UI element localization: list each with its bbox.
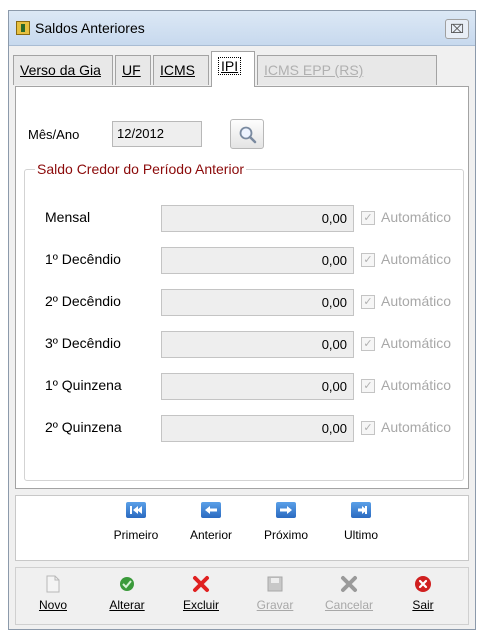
quinzena-1-label: 1º Quinzena: [45, 377, 122, 393]
ipi-tab-panel: Mês/Ano 12/2012 Saldo Credor do Período …: [15, 86, 469, 489]
tab-icms[interactable]: ICMS: [153, 55, 209, 85]
mensal-input[interactable]: 0,00: [161, 205, 354, 232]
gravar-button[interactable]: Gravar: [246, 574, 304, 622]
primeiro-button[interactable]: Primeiro: [106, 502, 166, 556]
tab-icms-epp-rs[interactable]: ICMS EPP (RS): [257, 55, 437, 85]
mensal-automatico-label: Automático: [381, 209, 452, 225]
anterior-label: Anterior: [189, 528, 233, 542]
decendio-2-label: 2º Decêndio: [45, 293, 121, 309]
edit-icon: [117, 574, 137, 594]
app-icon: [16, 21, 30, 35]
proximo-label: Próximo: [263, 528, 308, 542]
action-toolbar: Novo Alterar Excluir Gravar Cancelar Sai…: [15, 567, 469, 625]
cancelar-button[interactable]: Cancelar: [320, 574, 378, 622]
decendio-2-automatico-label: Automático: [381, 293, 452, 309]
quinzena-2-input[interactable]: 0,00: [161, 415, 354, 442]
first-record-icon: [126, 502, 146, 518]
excluir-button[interactable]: Excluir: [172, 574, 230, 622]
next-record-icon: [276, 502, 296, 518]
proximo-button[interactable]: Próximo: [256, 502, 316, 556]
cancelar-label: Cancelar: [324, 598, 374, 612]
quinzena-2-label: 2º Quinzena: [45, 419, 122, 435]
novo-label: Novo: [38, 598, 67, 612]
decendio-3-automatico-checkbox[interactable]: ✓: [361, 337, 375, 351]
tab-uf[interactable]: UF: [115, 55, 151, 85]
quinzena-2-automatico-checkbox[interactable]: ✓: [361, 421, 375, 435]
decendio-1-input[interactable]: 0,00: [161, 247, 354, 274]
quinzena-1-automatico-label: Automático: [381, 377, 452, 393]
close-button[interactable]: ⌧: [445, 19, 469, 39]
gravar-label: Gravar: [256, 598, 294, 612]
delete-icon: [191, 574, 211, 594]
mensal-automatico-checkbox[interactable]: ✓: [361, 211, 375, 225]
decendio-3-automatico-label: Automático: [381, 335, 452, 351]
search-button[interactable]: [230, 119, 264, 149]
window-title: Saldos Anteriores: [35, 20, 145, 36]
excluir-label: Excluir: [182, 598, 219, 612]
last-record-icon: [351, 502, 371, 518]
title-bar: Saldos Anteriores ⌧: [9, 11, 475, 46]
quinzena-2-automatico-label: Automático: [381, 419, 452, 435]
mensal-label: Mensal: [45, 209, 91, 225]
search-icon: [239, 126, 257, 144]
previous-record-icon: [201, 502, 221, 518]
exit-icon: [413, 574, 433, 594]
tab-verso-da-gia[interactable]: Verso da Gia: [13, 55, 113, 85]
quinzena-1-input[interactable]: 0,00: [161, 373, 354, 400]
ultimo-label: Ultimo: [343, 528, 378, 542]
sair-label: Sair: [412, 598, 434, 612]
tab-ipi-label: IPI: [218, 57, 242, 75]
alterar-label: Alterar: [109, 598, 145, 612]
tab-ipi[interactable]: IPI: [211, 51, 255, 87]
ultimo-button[interactable]: Ultimo: [331, 502, 391, 556]
decendio-3-input[interactable]: 0,00: [161, 331, 354, 358]
group-title: Saldo Credor do Período Anterior: [37, 161, 245, 177]
cancel-icon: [339, 574, 359, 594]
sair-button[interactable]: Sair: [394, 574, 452, 622]
new-icon: [43, 574, 63, 594]
decendio-2-automatico-checkbox[interactable]: ✓: [361, 295, 375, 309]
mes-ano-input[interactable]: 12/2012: [112, 121, 202, 147]
saldo-credor-group: Saldo Credor do Período Anterior Mensal …: [24, 161, 464, 481]
primeiro-label: Primeiro: [113, 528, 159, 542]
anterior-button[interactable]: Anterior: [181, 502, 241, 556]
decendio-2-input[interactable]: 0,00: [161, 289, 354, 316]
save-icon: [265, 574, 285, 594]
decendio-1-label: 1º Decêndio: [45, 251, 121, 267]
mes-ano-label: Mês/Ano: [28, 127, 80, 142]
alterar-button[interactable]: Alterar: [98, 574, 156, 622]
decendio-3-label: 3º Decêndio: [45, 335, 121, 351]
quinzena-1-automatico-checkbox[interactable]: ✓: [361, 379, 375, 393]
record-navigation-bar: Primeiro Anterior Próximo Ultimo: [15, 495, 469, 561]
decendio-1-automatico-label: Automático: [381, 251, 452, 267]
decendio-1-automatico-checkbox[interactable]: ✓: [361, 253, 375, 267]
novo-button[interactable]: Novo: [24, 574, 82, 622]
saldos-anteriores-window: Saldos Anteriores ⌧ Verso da Gia UF ICMS…: [8, 10, 476, 630]
